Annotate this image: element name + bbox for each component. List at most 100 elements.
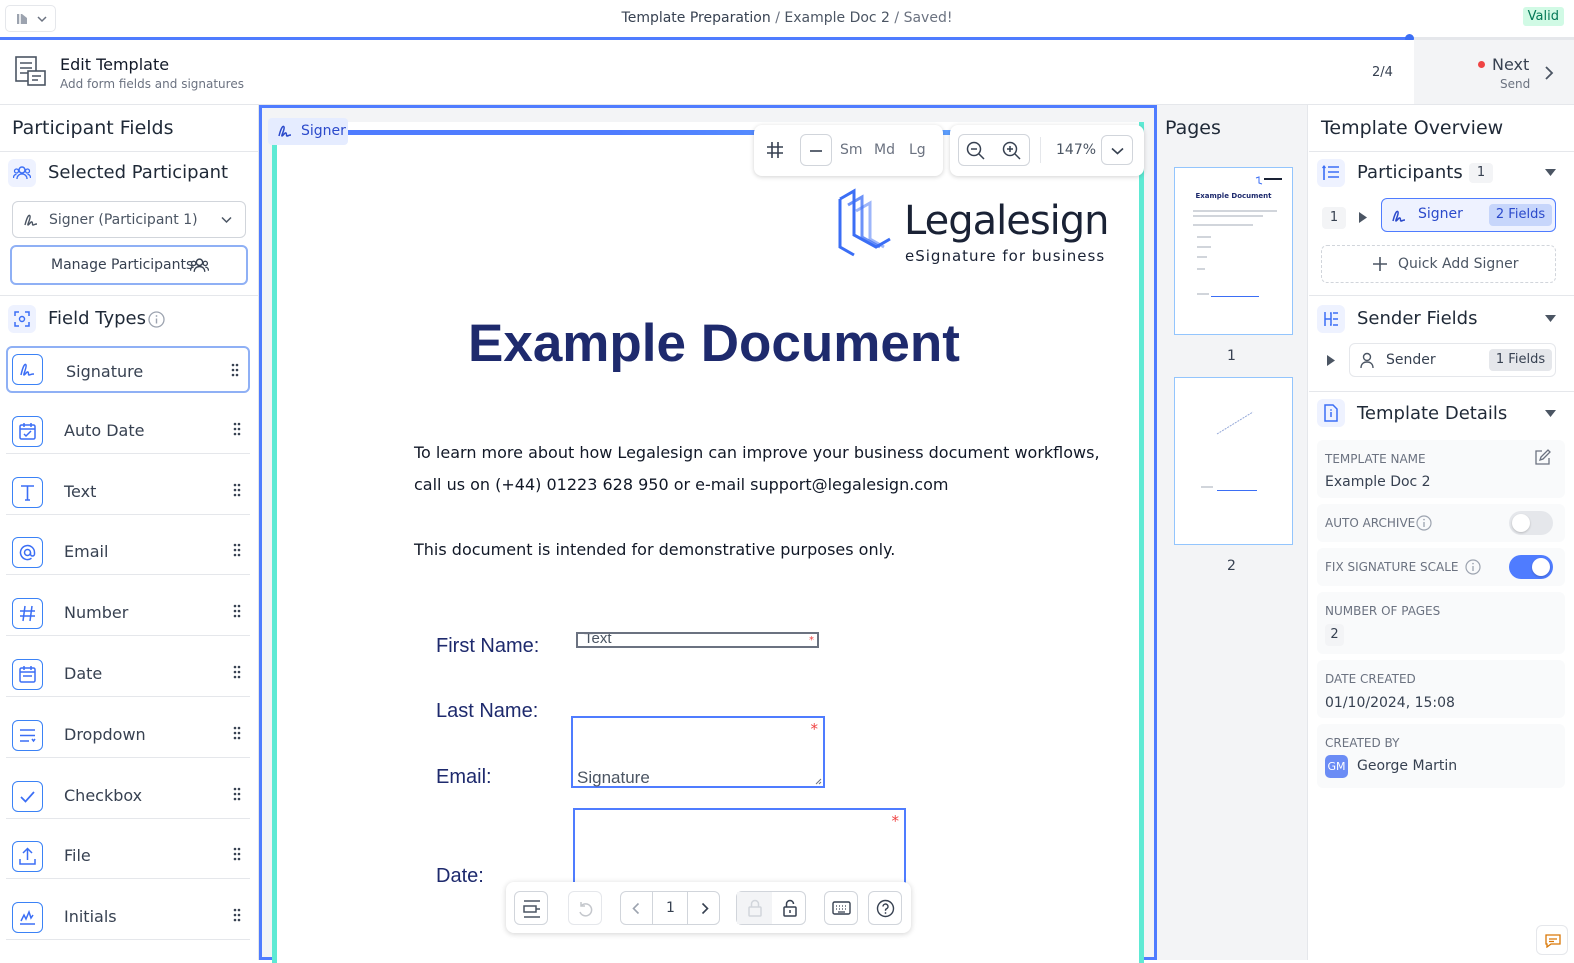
drag-handle-icon[interactable] <box>233 483 241 497</box>
layout-icon <box>523 900 540 918</box>
signature-field[interactable]: * Signature <box>571 716 825 788</box>
drag-handle-icon[interactable] <box>233 543 241 557</box>
drag-handle-icon[interactable] <box>233 908 241 922</box>
text-field-label: Text <box>584 632 612 647</box>
auto-archive-toggle[interactable] <box>1509 511 1553 535</box>
resize-handle-icon[interactable] <box>815 778 822 785</box>
drag-handle-icon[interactable] <box>233 726 241 740</box>
expand-icon[interactable] <box>1359 212 1367 223</box>
field-type-label: File <box>64 846 91 866</box>
lock-button[interactable] <box>737 892 772 924</box>
undo-button[interactable] <box>568 891 602 925</box>
info-icon[interactable] <box>1465 559 1481 575</box>
size-lg-button[interactable]: Lg <box>909 142 926 158</box>
shrink-button[interactable] <box>800 134 832 166</box>
zoom-in-icon[interactable] <box>1002 141 1021 160</box>
signature-field-label: Signature <box>577 768 650 787</box>
help-button[interactable] <box>868 891 902 925</box>
participants-count: 1 <box>1469 163 1493 183</box>
zoom-level[interactable]: 147% <box>1056 142 1096 158</box>
size-md-button[interactable]: Md <box>874 142 895 158</box>
step-counter: 2/4 <box>1372 65 1393 80</box>
field-type-icon-box <box>12 476 43 508</box>
field-type-signature[interactable]: Signature <box>6 346 250 393</box>
brand-tagline: eSignature for business <box>905 247 1106 265</box>
grid-icon[interactable] <box>766 141 784 159</box>
selected-participant-heading: Selected Participant <box>48 162 229 183</box>
thumb-logo <box>1255 176 1283 185</box>
drag-handle-icon[interactable] <box>233 787 241 801</box>
chat-button[interactable] <box>1536 925 1568 955</box>
signature-field-2[interactable]: * <box>573 808 906 888</box>
field-type-email[interactable]: Email <box>6 528 250 576</box>
drag-handle-icon[interactable] <box>233 604 241 618</box>
at-icon <box>19 545 36 561</box>
keyboard-shortcuts-button[interactable] <box>824 891 858 925</box>
field-type-file[interactable]: File <box>6 832 250 880</box>
panel-title: Participant Fields <box>12 117 174 139</box>
page-thumbnail-1[interactable]: Example Document <box>1174 167 1293 335</box>
signature-icon <box>20 363 35 376</box>
info-icon[interactable] <box>148 311 165 328</box>
field-types-icon <box>8 305 36 333</box>
next-sublabel: Send <box>1500 77 1531 91</box>
text-field[interactable]: Text * <box>576 632 819 648</box>
chevron-down-icon <box>1111 147 1124 155</box>
participants-list-icon <box>1317 159 1345 187</box>
field-type-initials[interactable]: Initials <box>6 893 250 941</box>
pagination: 1 <box>620 891 720 925</box>
size-sm-button[interactable]: Sm <box>840 142 863 158</box>
manage-participants-button[interactable]: Manage Participants <box>10 245 248 285</box>
field-type-icon-box <box>12 719 43 751</box>
zoom-out-icon[interactable] <box>966 141 985 160</box>
unlock-icon[interactable] <box>782 899 798 917</box>
template-name-value: Example Doc 2 <box>1325 474 1431 490</box>
next-step-button[interactable]: Next Send <box>1414 40 1574 104</box>
chevron-left-icon[interactable] <box>632 902 640 915</box>
quick-add-signer-button[interactable]: Quick Add Signer <box>1321 245 1556 283</box>
signature-icon <box>24 214 38 226</box>
signer-chip-label: Signer <box>301 123 346 139</box>
thumb-line <box>1197 256 1207 258</box>
breadcrumb-template-preparation[interactable]: Template Preparation <box>622 10 771 26</box>
field-type-icon-box <box>12 598 43 630</box>
page-number-value: 1 <box>666 900 675 916</box>
chevron-right-icon[interactable] <box>701 902 709 915</box>
sender-item[interactable]: Sender 1 Fields <box>1349 343 1556 377</box>
drag-handle-icon[interactable] <box>233 422 241 436</box>
signer-chip[interactable]: Signer <box>268 118 348 145</box>
thumb-line <box>1201 486 1213 488</box>
page-number-input[interactable]: 1 <box>652 892 688 924</box>
number-of-pages-value: 2 <box>1325 624 1344 646</box>
field-type-date[interactable]: Date <box>6 650 250 697</box>
participant-select[interactable]: Signer (Participant 1) <box>12 201 246 238</box>
brand-name: Legalesign <box>904 198 1110 244</box>
field-type-dropdown[interactable]: Dropdown <box>6 711 250 758</box>
field-type-checkbox[interactable]: Checkbox <box>6 772 250 819</box>
breadcrumb: Template Preparation / Example Doc 2 / S… <box>0 10 1574 26</box>
collapse-icon[interactable] <box>1545 315 1556 322</box>
drag-handle-icon[interactable] <box>231 363 239 377</box>
thumb-line <box>1197 268 1205 270</box>
fix-signature-scale-toggle[interactable] <box>1509 555 1553 579</box>
page-thumbnail-2[interactable] <box>1174 377 1293 545</box>
users-icon <box>190 258 209 272</box>
collapse-icon[interactable] <box>1545 169 1556 176</box>
drag-handle-icon[interactable] <box>233 847 241 861</box>
info-icon[interactable] <box>1416 515 1432 531</box>
save-status: Saved! <box>903 10 953 26</box>
field-type-auto-date[interactable]: Auto Date <box>6 407 250 454</box>
collapse-icon[interactable] <box>1545 410 1556 417</box>
created-by-name: George Martin <box>1357 758 1458 774</box>
drag-handle-icon[interactable] <box>233 665 241 679</box>
expand-icon[interactable] <box>1327 355 1335 366</box>
swap-view-button[interactable] <box>514 891 548 925</box>
field-type-text[interactable]: Text <box>6 468 250 515</box>
divider <box>1309 391 1574 392</box>
field-type-number[interactable]: Number <box>6 589 250 637</box>
edit-icon[interactable] <box>1534 449 1551 466</box>
zoom-dropdown-button[interactable] <box>1101 135 1133 165</box>
edit-template-icon <box>15 56 46 86</box>
field-type-label: Dropdown <box>64 724 146 744</box>
participant-signer-item[interactable]: Signer 2 Fields <box>1381 198 1556 232</box>
